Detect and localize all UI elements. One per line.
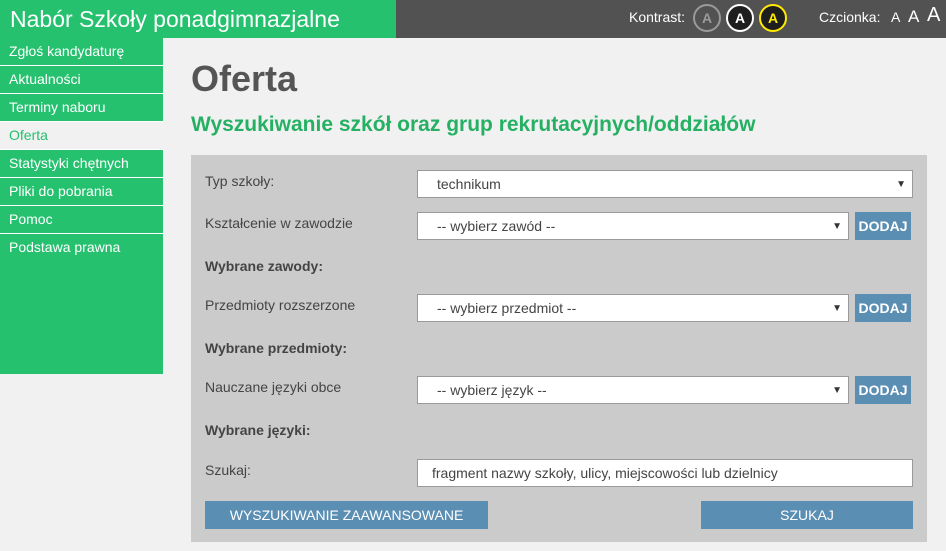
profession-value: -- wybierz zawód -- (437, 218, 556, 234)
contrast-yellow-button[interactable]: A (759, 4, 787, 32)
search-form-panel: Typ szkoły: technikum ▼ Kształcenie w za… (191, 155, 927, 542)
sidebar-nav: Zgłoś kandydaturę Aktualności Terminy na… (0, 38, 163, 374)
sidebar-item-pliki-do-pobrania[interactable]: Pliki do pobrania (0, 178, 163, 206)
sidebar-item-terminy-naboru[interactable]: Terminy naboru (0, 94, 163, 122)
advanced-search-button[interactable]: WYSZUKIWANIE ZAAWANSOWANE (205, 501, 488, 529)
sidebar-item-aktualnosci[interactable]: Aktualności (0, 66, 163, 94)
sidebar-item-zglos-kandydature[interactable]: Zgłoś kandydaturę (0, 38, 163, 66)
school-type-label: Typ szkoły: (205, 173, 275, 189)
sidebar-item-pomoc[interactable]: Pomoc (0, 206, 163, 234)
add-subject-button[interactable]: DODAJ (855, 294, 911, 322)
search-input[interactable]: fragment nazwy szkoły, ulicy, miejscowoś… (417, 459, 913, 487)
sidebar-item-statystyki-chetnych[interactable]: Statystyki chętnych (0, 150, 163, 178)
chevron-down-icon: ▼ (896, 179, 906, 190)
school-type-value: technikum (437, 176, 501, 192)
subjects-value: -- wybierz przedmiot -- (437, 300, 577, 316)
selected-professions-label: Wybrane zawody: (205, 258, 323, 274)
top-bar: Nabór Szkoły ponadgimnazjalne Kontrast: … (0, 0, 946, 38)
chevron-down-icon: ▼ (832, 303, 842, 314)
add-language-button[interactable]: DODAJ (855, 376, 911, 404)
font-size-label: Czcionka: (819, 9, 881, 25)
sidebar-item-podstawa-prawna[interactable]: Podstawa prawna (0, 234, 163, 262)
languages-label: Nauczane języki obce (205, 379, 342, 395)
selected-subjects-label: Wybrane przedmioty: (205, 340, 348, 356)
school-type-select[interactable]: technikum ▼ (417, 170, 913, 198)
search-label: Szukaj: (205, 462, 251, 478)
languages-value: -- wybierz język -- (437, 382, 547, 398)
site-title[interactable]: Nabór Szkoły ponadgimnazjalne (0, 0, 396, 38)
font-size-small-button[interactable]: A (891, 10, 900, 24)
contrast-default-button[interactable]: A (693, 4, 721, 32)
subjects-select[interactable]: -- wybierz przedmiot -- ▼ (417, 294, 849, 322)
chevron-down-icon: ▼ (832, 385, 842, 396)
search-button[interactable]: SZUKAJ (701, 501, 913, 529)
add-profession-button[interactable]: DODAJ (855, 212, 911, 240)
contrast-white-button[interactable]: A (726, 4, 754, 32)
section-title: Wyszukiwanie szkół oraz grup rekrutacyjn… (191, 113, 756, 136)
sidebar-item-oferta[interactable]: Oferta (0, 122, 163, 150)
profession-label: Kształcenie w zawodzie (205, 215, 353, 231)
subjects-label: Przedmioty rozszerzone (205, 297, 356, 313)
contrast-label: Kontrast: (629, 9, 686, 25)
chevron-down-icon: ▼ (832, 221, 842, 232)
languages-select[interactable]: -- wybierz język -- ▼ (417, 376, 849, 404)
font-size-large-button[interactable]: A (927, 5, 940, 25)
profession-select[interactable]: -- wybierz zawód -- ▼ (417, 212, 849, 240)
font-size-medium-button[interactable]: A (908, 8, 919, 25)
page-title: Oferta (191, 58, 298, 99)
selected-languages-label: Wybrane języki: (205, 422, 311, 438)
